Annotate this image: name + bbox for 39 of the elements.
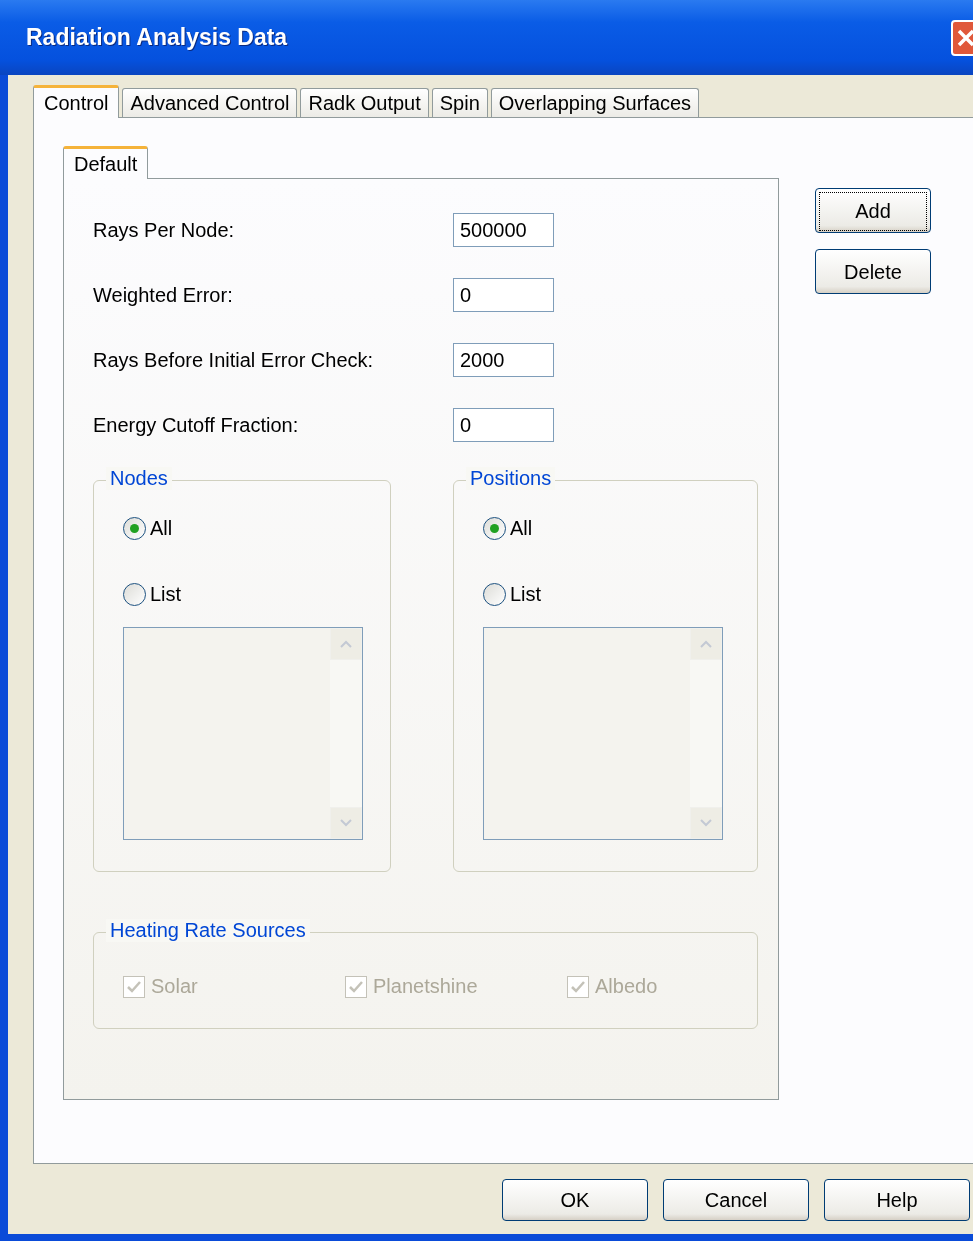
input-field[interactable]: 2000	[453, 343, 554, 377]
radio-button[interactable]: All	[123, 511, 173, 545]
list-box[interactable]	[123, 627, 363, 840]
close-button[interactable]	[951, 19, 973, 56]
scrollbar[interactable]	[330, 628, 362, 839]
dialog-button[interactable]: OK	[502, 1179, 648, 1221]
check-icon	[127, 980, 141, 993]
group-title: Nodes	[106, 467, 172, 490]
list-box[interactable]	[483, 627, 723, 840]
field-label: Rays Before Initial Error Check:	[93, 348, 375, 372]
scroll-up-button[interactable]	[330, 628, 362, 660]
tab[interactable]: Control	[33, 85, 120, 118]
group-title: Heating Rate Sources	[106, 919, 310, 942]
window-title: Radiation Analysis Data	[26, 24, 288, 51]
dialog-button[interactable]: Delete	[815, 249, 931, 294]
radio-button[interactable]: All	[483, 511, 533, 545]
check-icon	[571, 980, 585, 993]
radio-button[interactable]: List	[123, 577, 182, 611]
scrollbar[interactable]	[690, 628, 722, 839]
scroll-down-button[interactable]	[690, 807, 722, 839]
tab[interactable]: Overlapping Surfaces	[490, 88, 700, 117]
radio-button[interactable]: List	[483, 577, 542, 611]
input-field[interactable]: 0	[453, 278, 554, 312]
tab[interactable]: Advanced Control	[122, 88, 298, 117]
field-label: Weighted Error:	[93, 283, 234, 307]
scroll-down-button[interactable]	[330, 807, 362, 839]
check-icon	[349, 980, 363, 993]
dialog-button[interactable]: Cancel	[663, 1179, 809, 1221]
tab[interactable]: Spin	[431, 88, 488, 117]
dialog-button[interactable]: Help	[824, 1179, 970, 1221]
dialog-button[interactable]: Add	[815, 188, 931, 233]
group-title: Positions	[466, 467, 556, 490]
input-field[interactable]: 500000	[453, 213, 554, 247]
tab[interactable]: Radk Output	[300, 88, 429, 117]
field-label: Energy Cutoff Fraction:	[93, 413, 300, 437]
scroll-up-button[interactable]	[690, 628, 722, 660]
field-label: Rays Per Node:	[93, 218, 236, 242]
input-field[interactable]: 0	[453, 408, 554, 442]
tab[interactable]: Default	[63, 146, 149, 179]
